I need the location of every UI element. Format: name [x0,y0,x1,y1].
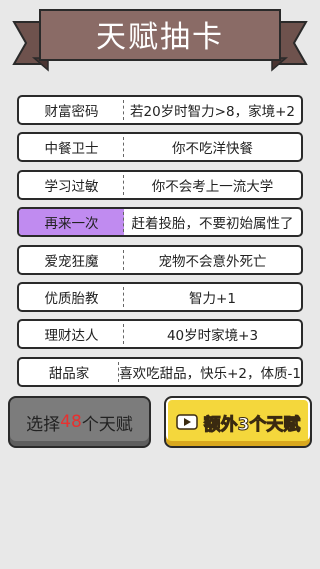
talent-row[interactable]: 再来一次 赶着投胎，不要初始属性了 [17,207,303,238]
talent-description: 40岁时家境+3 [166,328,259,345]
talent-name: 财富密码 [19,97,124,123]
talent-description: 宠物不会意外死亡 [158,253,267,270]
talent-name: 再来一次 [19,209,124,236]
talent-name: 中餐卫士 [19,134,124,160]
talent-row[interactable]: 财富密码 若20岁时智力>8，家境+2 [17,95,303,125]
talent-description: 赶着投胎，不要初始属性了 [131,216,294,233]
talent-row[interactable]: 理财达人 40岁时家境+3 [17,319,303,350]
talent-row[interactable]: 学习过敏 你不会考上一流大学 [17,169,303,200]
talent-description: 智力+1 [189,290,236,307]
talent-name: 学习过敏 [19,172,124,198]
talent-name: 理财达人 [19,321,124,347]
talent-description: 若20岁时智力>8，家境+2 [130,104,295,120]
talent-description: 喜欢吃甜品，快乐+2，体质-1 [119,365,301,382]
choose-count: 48 [60,412,82,432]
talent-row[interactable]: 甜品家 喜欢吃甜品，快乐+2，体质-1 [17,356,303,387]
talent-list: 财富密码 若20岁时智力>8，家境+2 中餐卫士 你不吃洋快餐学习过敏 你不会考上一流大… [17,95,303,394]
page-title: 天赋抽卡 [96,20,224,55]
talent-name: 爱宠狂魔 [19,247,124,273]
talent-description: 你不会考上一流大学 [151,178,274,195]
talent-row[interactable]: 爱宠狂魔 宠物不会意外死亡 [17,244,303,275]
extra-talents-button[interactable]: 额外3个天赋 [164,396,312,448]
talent-name: 甜品家 [19,359,120,385]
talent-row[interactable]: 优质胎教 智力+1 [17,281,303,312]
video-ad-icon [175,414,198,430]
choose-talents-button[interactable]: 选择 48 个天赋 [8,396,151,448]
talent-description: 你不吃洋快餐 [172,141,253,158]
extra-talents-label: 额外3个天赋 [203,414,301,435]
choose-suffix: 个天赋 [81,414,133,435]
talent-row[interactable]: 中餐卫士 你不吃洋快餐 [17,132,303,163]
title-banner: 天赋抽卡 [0,0,320,82]
choose-prefix: 选择 [26,414,61,435]
talent-name: 优质胎教 [19,284,124,310]
